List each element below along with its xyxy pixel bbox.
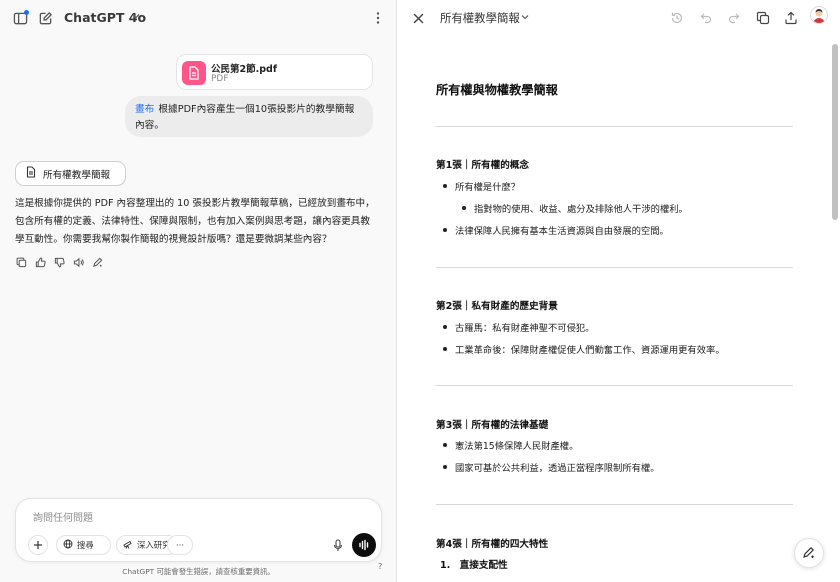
deep-research-label: 深入研究 — [137, 540, 171, 550]
slide-4-title: 第4張｜所有權的四大特性 — [436, 539, 549, 550]
chat-header: ChatGPT 4o — [0, 0, 397, 36]
slide-4-item-1-number: 1. — [440, 560, 451, 571]
pencil-sparkle-icon — [802, 545, 816, 562]
canvas-title[interactable]: 所有權教學簡報 — [440, 10, 520, 26]
message-composer[interactable]: 詢問任何問題 搜尋 深入研究 ··· — [15, 498, 382, 562]
slide-1-title: 第1張｜所有權的概念 — [436, 160, 530, 171]
assistant-message: 這是根據你提供的 PDF 內容整理出的 10 張投影片教學簡報草稿，已經放到畫布… — [15, 198, 375, 245]
read-aloud-icon[interactable] — [72, 256, 84, 268]
slide-3-bullet-1: 憲法第15條保障人民財產權。 — [442, 438, 578, 452]
more-horizontal-icon: ··· — [176, 540, 184, 550]
user-message: 畫布 根據PDF內容產生一個10張投影片的教學簡報內容。 — [125, 96, 373, 137]
slide-4-item-1: 1. 直接支配性 — [440, 557, 508, 571]
notification-dot — [24, 10, 29, 15]
more-tools-button[interactable]: ··· — [167, 535, 193, 555]
redo-icon[interactable] — [725, 9, 743, 27]
slide-4-item-1-text: 直接支配性 — [459, 560, 508, 571]
slide-1-bullet-1: 所有權是什麼？ — [442, 179, 520, 193]
telescope-icon — [123, 539, 133, 551]
canvas-chip-label: 所有權教學簡報 — [43, 169, 111, 181]
attachment-card[interactable]: 公民第2節.pdf PDF — [176, 54, 373, 90]
copy-icon[interactable] — [15, 256, 27, 268]
search-button[interactable]: 搜尋 — [56, 535, 111, 555]
sidebar-toggle-icon[interactable] — [11, 9, 29, 27]
document-heading: 所有權與物權教學簡報 — [436, 83, 558, 97]
chevron-down-icon[interactable] — [131, 11, 141, 21]
attachment-file-name: 公民第2節.pdf — [211, 64, 277, 75]
new-chat-icon[interactable] — [36, 9, 54, 27]
share-icon[interactable] — [782, 9, 800, 27]
slide-3-title: 第3張｜所有權的法律基礎 — [436, 420, 549, 431]
divider — [436, 126, 793, 127]
slide-1-bullet-3: 法律保障人民擁有基本生活資源與自由發展的空間。 — [443, 223, 669, 237]
user-message-text: 根據PDF內容產生一個10張投影片的教學簡報內容。 — [135, 104, 355, 131]
slide-2-bullet-1: 古羅馬：私有財產神聖不可侵犯。 — [442, 320, 594, 334]
search-button-label: 搜尋 — [77, 540, 94, 550]
thumbs-down-icon[interactable] — [53, 256, 65, 268]
document-icon — [26, 166, 36, 181]
message-actions — [15, 256, 103, 270]
edit-model-icon[interactable] — [91, 256, 103, 268]
voice-mode-icon[interactable] — [352, 533, 376, 557]
slide-2-title: 第2張｜私有財產的歷史背景 — [436, 301, 558, 312]
edit-suggestions-button[interactable] — [794, 538, 824, 568]
canvas-pane: 所有權教學簡報 所有權與物權教學簡報 第1張｜所有權的概念 所有權是什麼？ 指對… — [398, 0, 840, 582]
help-button[interactable]: ? — [378, 562, 382, 571]
chat-pane: ChatGPT 4o 公民第2節.pdf PDF 畫布 根據PDF內容產生一個10… — [0, 0, 397, 582]
undo-icon[interactable] — [697, 9, 715, 27]
slide-2-bullet-2: 工業革命後：保障財產權促使人們勤奮工作、資源運用更有效率。 — [443, 342, 725, 356]
slide-3-bullet-2: 國家可基於公共利益，透過正當程序限制所有權。 — [443, 460, 660, 474]
disclaimer-text: ChatGPT 可能會發生錯誤，請查核重要資訊。 — [122, 567, 275, 576]
globe-icon — [63, 539, 73, 551]
canvas-mention: 畫布 — [135, 104, 155, 115]
attach-button[interactable] — [28, 535, 48, 555]
close-icon[interactable] — [409, 9, 427, 27]
scrollbar[interactable] — [832, 44, 838, 220]
slide-1-bullet-2: 指對物的使用、收益、處分及排除他人干涉的權利。 — [462, 201, 688, 215]
attachment-file-type: PDF — [211, 74, 229, 84]
copy-icon[interactable] — [754, 9, 772, 27]
history-icon[interactable] — [668, 9, 686, 27]
divider — [436, 504, 793, 505]
message-input[interactable]: 詢問任何問題 — [33, 509, 93, 524]
open-canvas-button[interactable]: 所有權教學簡報 — [15, 161, 126, 186]
thumbs-up-icon[interactable] — [34, 256, 46, 268]
chevron-down-icon[interactable] — [520, 12, 530, 22]
microphone-icon[interactable] — [330, 536, 346, 554]
document-icon — [182, 61, 206, 85]
avatar[interactable] — [810, 6, 828, 24]
divider — [436, 385, 793, 386]
more-vertical-icon[interactable] — [369, 9, 387, 27]
divider — [436, 267, 793, 268]
